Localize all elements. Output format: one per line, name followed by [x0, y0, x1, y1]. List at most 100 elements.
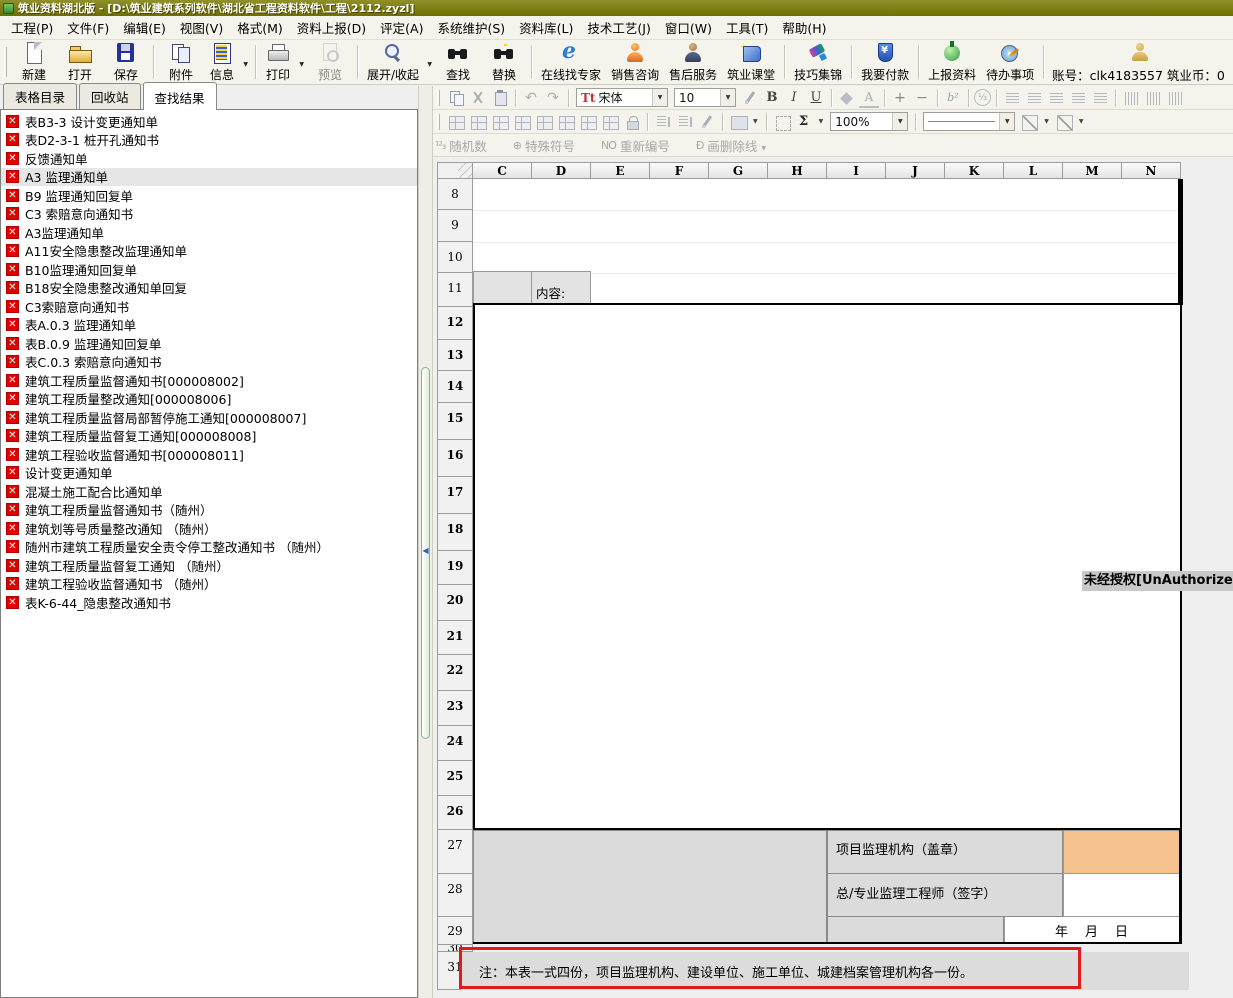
row-header[interactable]: 24 — [437, 726, 473, 761]
list-item[interactable]: A3 监理通知单 — [1, 168, 417, 187]
vertical-text-icon[interactable] — [1165, 88, 1185, 108]
cell-blank[interactable] — [827, 917, 1004, 944]
column-header[interactable]: M — [1063, 162, 1122, 179]
edit-tool-button[interactable]: ¹²₃ 随机数 — [435, 136, 487, 155]
dropdown-arrow-icon[interactable] — [299, 55, 304, 69]
cell-sign-engineer[interactable]: 总/专业监理工程师（签字） — [827, 874, 1063, 917]
content-area[interactable] — [473, 303, 1182, 830]
column-header[interactable]: G — [709, 162, 768, 179]
zoom-combo[interactable]: 100%▼ — [830, 112, 908, 131]
dropdown-arrow-icon[interactable]: ▼ — [1079, 118, 1084, 125]
collapse-left-icon[interactable]: ◀ — [421, 546, 430, 556]
copy-icon[interactable] — [446, 88, 466, 108]
row-header[interactable]: 9 — [437, 210, 473, 242]
edit-tool-button[interactable]: Ð 画删除线 — [696, 136, 766, 155]
dropdown-arrow-icon[interactable]: ▼ — [999, 113, 1014, 130]
sheet-corner[interactable] — [437, 162, 473, 179]
menu-item[interactable]: 资料上报(D) — [290, 15, 373, 40]
dropdown-arrow-icon[interactable]: ▼ — [819, 118, 824, 125]
column-header[interactable]: E — [591, 162, 650, 179]
pattern-icon[interactable] — [728, 112, 748, 132]
dropdown-arrow-icon[interactable]: ▼ — [652, 89, 667, 106]
dropdown-arrow-icon[interactable] — [427, 55, 432, 69]
row-header[interactable]: 26 — [437, 796, 473, 830]
undo-icon[interactable]: ↶ — [521, 88, 541, 108]
fraction-button[interactable]: ⅓ — [974, 89, 991, 106]
toolbar-button[interactable]: 展开/收起 — [362, 41, 435, 83]
column-header[interactable]: C — [473, 162, 532, 179]
edit-tool-button[interactable]: NO 重新编号 — [601, 136, 670, 155]
border-icon[interactable] — [772, 112, 792, 132]
column-header[interactable]: I — [827, 162, 886, 179]
toolbar-grip[interactable] — [437, 90, 440, 106]
diagonal-down-icon[interactable] — [1019, 112, 1039, 132]
pane-splitter[interactable]: ◀ — [418, 86, 433, 998]
dropdown-arrow-icon[interactable]: ▼ — [1044, 118, 1049, 125]
list-item[interactable]: C3索赔意向通知书 — [1, 297, 417, 316]
row-header[interactable]: 28 — [437, 874, 473, 917]
underline-button[interactable]: U — [806, 88, 826, 108]
menu-item[interactable]: 评定(A) — [373, 15, 430, 40]
superscript-button[interactable]: b² — [943, 88, 963, 108]
align-left-icon[interactable] — [1024, 88, 1044, 108]
row-header[interactable]: 21 — [437, 621, 473, 655]
list-item[interactable]: A3监理通知单 — [1, 223, 417, 242]
row-header[interactable]: 13 — [437, 340, 473, 371]
edit-tool-button[interactable]: ⊕ 特殊符号 — [513, 136, 575, 155]
row-header[interactable]: 25 — [437, 761, 473, 796]
toolbar-button[interactable]: 待办事项 — [981, 41, 1039, 83]
col-spacing-icon[interactable] — [675, 112, 695, 132]
sidebar-tab[interactable]: 回收站 — [79, 83, 141, 109]
row-header[interactable]: 18 — [437, 514, 473, 551]
line-style-combo[interactable]: ▼ — [923, 112, 1015, 131]
diagonal-up-icon[interactable] — [1054, 112, 1074, 132]
row-header[interactable]: 29 — [437, 917, 473, 945]
toolbar-button[interactable]: 打印 — [260, 41, 307, 83]
list-item[interactable]: 建筑工程质量监督通知书[000008002] — [1, 371, 417, 390]
list-item[interactable]: 反馈通知单 — [1, 149, 417, 168]
toolbar-button[interactable]: 预览 — [307, 41, 353, 83]
row-header[interactable]: 12 — [437, 307, 473, 340]
toolbar-button[interactable]: 技巧集锦 — [789, 41, 847, 83]
row-header[interactable]: 22 — [437, 655, 473, 691]
list-item[interactable]: 表B.0.9 监理通知回复单 — [1, 334, 417, 353]
insert-row-icon[interactable] — [446, 112, 466, 132]
row-header[interactable]: 8 — [437, 179, 473, 210]
cut-icon[interactable] — [468, 88, 488, 108]
menu-item[interactable]: 格式(M) — [230, 15, 290, 40]
toolbar-button[interactable]: 售后服务 — [664, 41, 722, 83]
row-header[interactable]: 20 — [437, 585, 473, 621]
list-item[interactable]: 表C.0.3 索赔意向通知书 — [1, 353, 417, 372]
list-item[interactable]: 建筑工程质量监督通知书（随州） — [1, 501, 417, 520]
list-item[interactable]: 建筑工程质量整改通知[000008006] — [1, 390, 417, 409]
list-item[interactable]: 混凝土施工配合比通知单 — [1, 482, 417, 501]
menu-item[interactable]: 编辑(E) — [116, 15, 173, 40]
column-header[interactable]: K — [945, 162, 1004, 179]
dropdown-arrow-icon[interactable]: ▼ — [720, 89, 735, 106]
column-header[interactable]: N — [1122, 162, 1181, 179]
row-header[interactable]: 10 — [437, 242, 473, 273]
sidebar-tab[interactable]: 查找结果 — [143, 82, 217, 110]
font-name-combo[interactable]: Tt宋体▼ — [576, 88, 668, 107]
increase-button[interactable]: + — [890, 88, 910, 108]
toolbar-grip[interactable] — [437, 114, 440, 130]
list-item[interactable]: 建筑工程验收监督通知书 （随州） — [1, 575, 417, 594]
list-item[interactable]: 表B3-3 设计变更通知单 — [1, 112, 417, 131]
list-item[interactable]: C3 索赔意向通知书 — [1, 205, 417, 224]
cell-content-label[interactable]: 内容: — [532, 271, 591, 305]
list-item[interactable]: 随州市建筑工程质量安全责令停工整改通知书 （随州） — [1, 538, 417, 557]
list-item[interactable]: 建筑工程质量监督局部暂停施工通知[000008007] — [1, 408, 417, 427]
list-item[interactable]: B9 监理通知回复单 — [1, 186, 417, 205]
menu-item[interactable]: 窗口(W) — [658, 15, 719, 40]
table-fill-icon[interactable] — [578, 112, 598, 132]
row-header[interactable]: 14 — [437, 371, 473, 403]
toolbar-button[interactable]: 筑业课堂 — [722, 41, 780, 83]
align-right-icon[interactable] — [1068, 88, 1088, 108]
list-item[interactable]: 建筑工程质量监督复工通知 （随州） — [1, 556, 417, 575]
list-item[interactable]: 表D2-3-1 桩开孔通知书 — [1, 131, 417, 150]
menu-item[interactable]: 视图(V) — [173, 15, 230, 40]
column-header[interactable]: D — [532, 162, 591, 179]
fill-color-icon[interactable] — [837, 88, 857, 108]
font-color-button[interactable]: A — [859, 88, 879, 108]
sidebar-tab[interactable]: 表格目录 — [3, 83, 77, 109]
